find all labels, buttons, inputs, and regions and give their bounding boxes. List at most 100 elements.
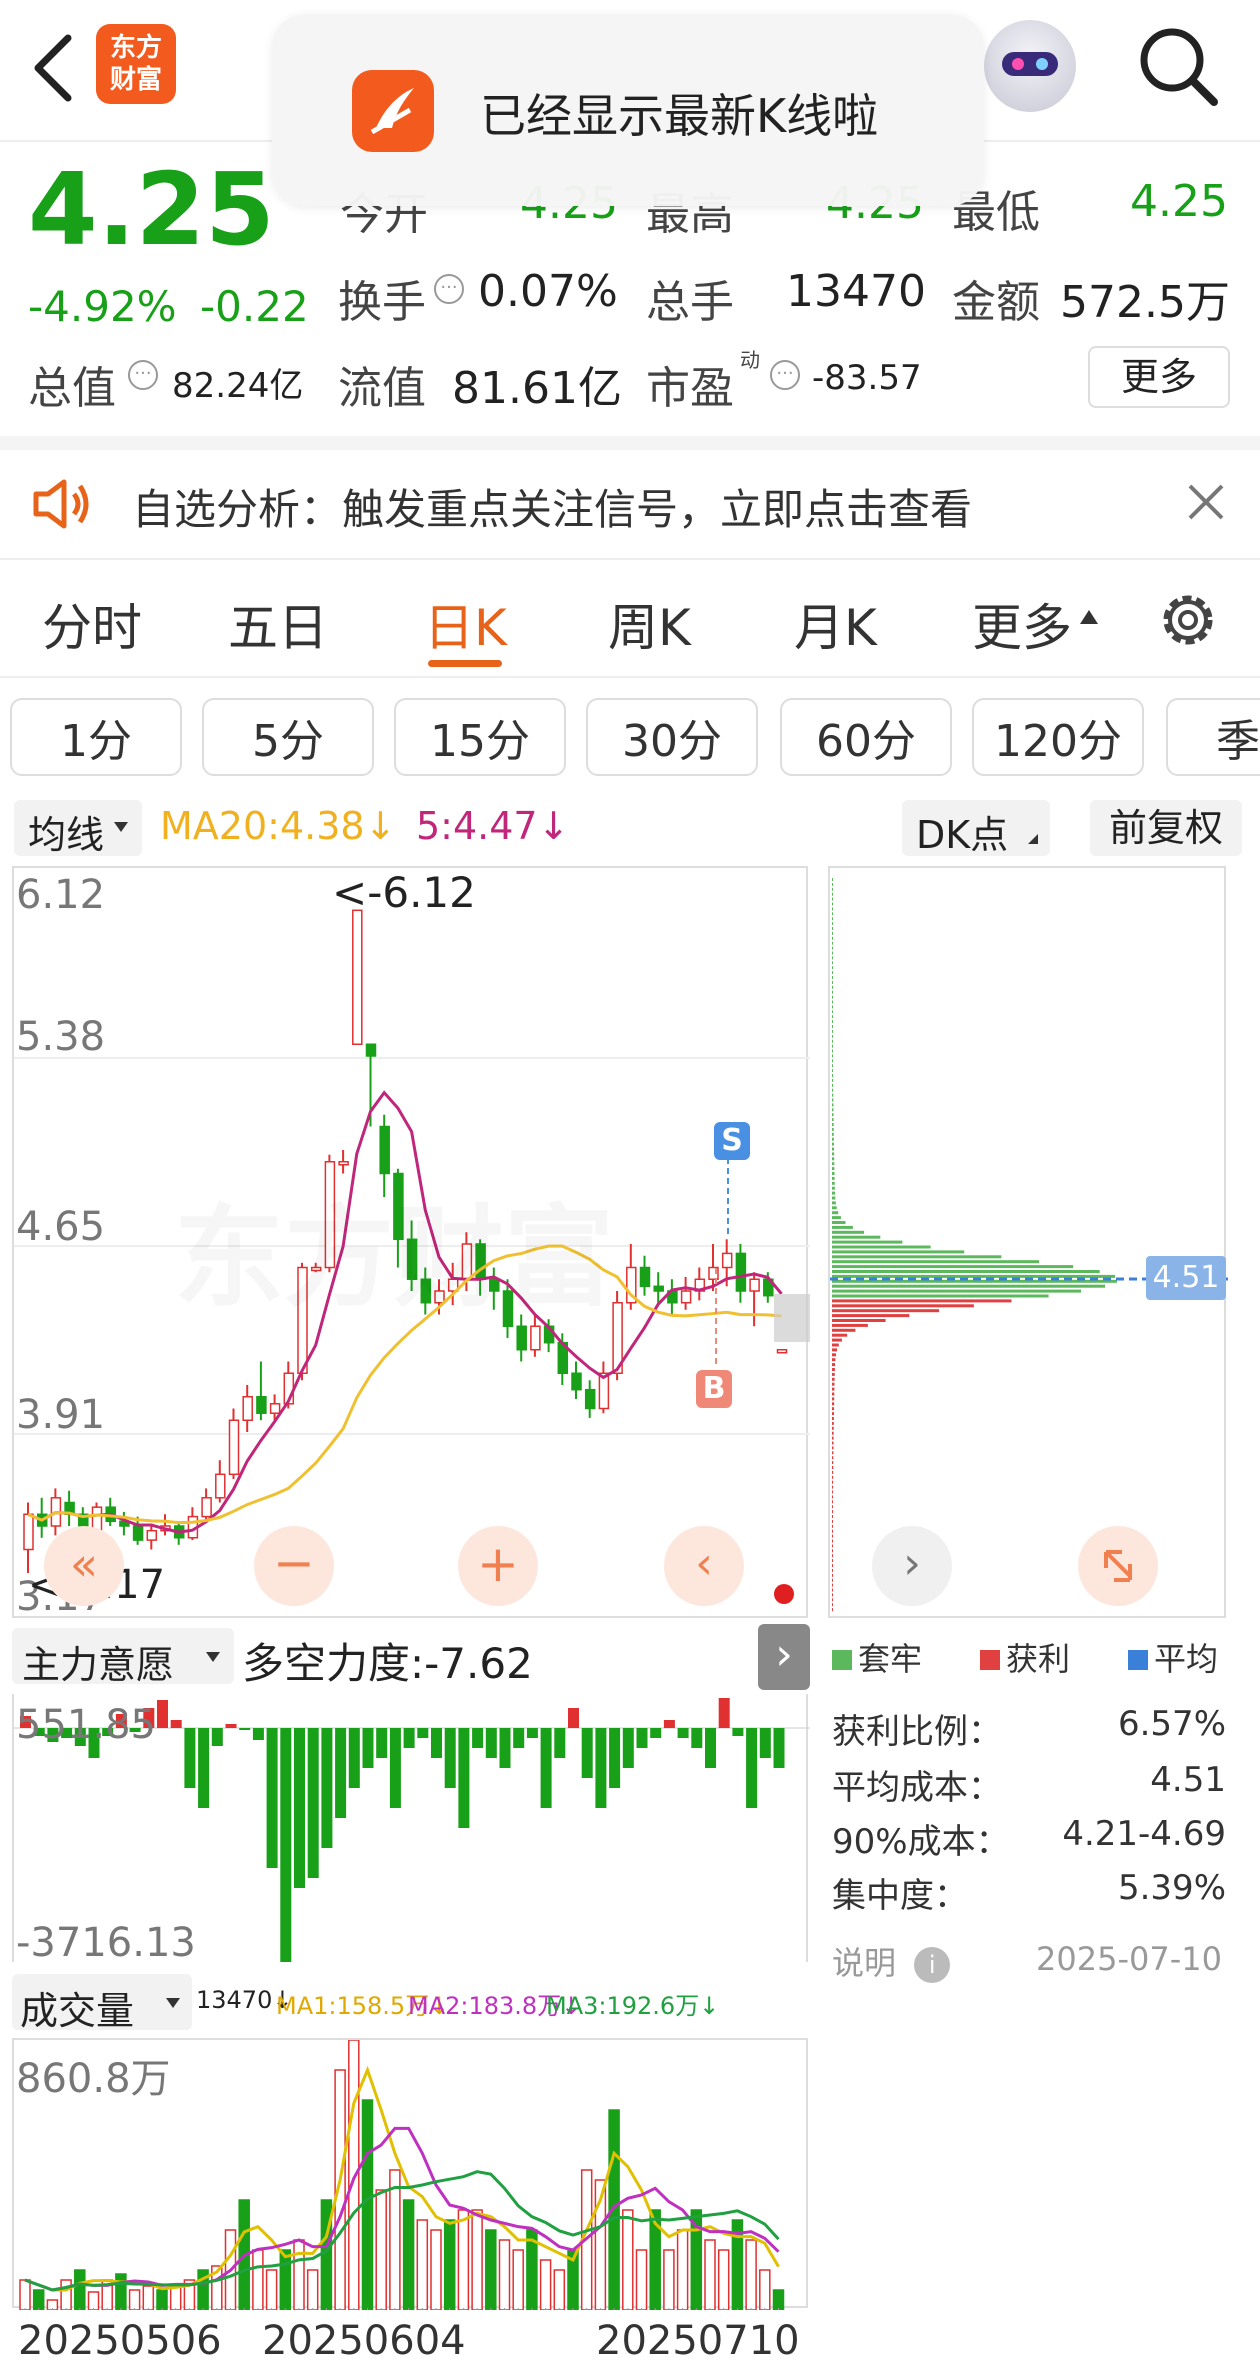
- force-bar: [746, 1728, 758, 1808]
- note-link[interactable]: 说明 i: [832, 1938, 951, 1984]
- chip-bar: [832, 966, 833, 970]
- tab-monthly-k[interactable]: 月K: [794, 588, 877, 660]
- more-button[interactable]: 更多: [1088, 346, 1230, 408]
- expand-icon[interactable]: [1078, 1526, 1158, 1606]
- force-bar: [389, 1728, 401, 1808]
- candle-body: [571, 1372, 582, 1391]
- price-axis-label: 6.12: [16, 872, 106, 918]
- chip-15min[interactable]: 15分: [394, 698, 566, 776]
- volume-bar: [759, 2269, 771, 2310]
- volume-ma3: MA3:192.6万↓: [546, 1992, 720, 2020]
- volume-bar: [512, 2249, 524, 2310]
- volume-bar: [32, 2289, 45, 2310]
- profit-ratio-row: 获利比例： 6.57%: [832, 1704, 1226, 1753]
- chip-bar: [832, 1025, 833, 1028]
- chip-bar: [832, 1461, 834, 1465]
- scroll-left-fast-button[interactable]: «: [44, 1526, 124, 1606]
- divider: [0, 436, 1260, 450]
- chip-1min[interactable]: 1分: [10, 698, 182, 776]
- chip-next-button[interactable]: ›: [872, 1526, 952, 1606]
- tab-five-day[interactable]: 五日: [228, 588, 328, 660]
- settings-gear-icon[interactable]: [1156, 588, 1220, 652]
- chip-5min[interactable]: 5分: [202, 698, 374, 776]
- tab-intraday[interactable]: 分时: [42, 588, 142, 660]
- chip-bar: [832, 1059, 833, 1063]
- chip-60min[interactable]: 60分: [780, 698, 952, 776]
- chip-bar: [832, 1578, 833, 1582]
- scroll-left-button[interactable]: ‹: [664, 1526, 744, 1606]
- volume-axis-top: 860.8万: [16, 2056, 171, 2102]
- volume-bar: [676, 2229, 689, 2310]
- force-bar: [362, 1728, 374, 1768]
- robot-avatar-icon[interactable]: [984, 20, 1076, 112]
- back-icon[interactable]: [22, 28, 82, 108]
- chip-bar: [832, 931, 833, 935]
- chip-bar: [832, 1500, 833, 1504]
- force-bar: [376, 1728, 388, 1758]
- chip-bar: [832, 1470, 834, 1474]
- cost90-label: 90%成本：: [832, 1822, 1010, 1862]
- chip-bar: [832, 1559, 833, 1563]
- note-label: 说明: [832, 1944, 897, 1982]
- chip-bar: [832, 1221, 846, 1224]
- speaker-icon: [30, 474, 94, 534]
- volume-bar: [402, 2199, 415, 2310]
- force-selector[interactable]: 主力意愿: [12, 1628, 234, 1687]
- chip-quarter[interactable]: 季: [1166, 698, 1260, 776]
- date-label: 20250710: [596, 2318, 800, 2364]
- force-bar: [718, 1698, 730, 1728]
- kline-chart[interactable]: 东方财富: [12, 866, 810, 1618]
- chip-bar: [832, 1436, 834, 1440]
- chevron-down-icon: [114, 822, 128, 832]
- toast-text: 已经显示最新K线啦: [480, 89, 879, 143]
- force-bar: [485, 1728, 497, 1758]
- candle-body: [352, 909, 363, 1045]
- force-bar: [403, 1728, 415, 1748]
- chip-bar: [832, 1206, 837, 1210]
- chip-bar: [832, 1078, 834, 1082]
- chip-bar: [832, 1152, 835, 1156]
- sell-signal-marker[interactable]: S: [714, 1122, 750, 1160]
- chip-bar: [832, 1015, 833, 1019]
- close-icon[interactable]: [1184, 480, 1228, 524]
- force-bar: [294, 1728, 305, 1888]
- chip-bar: [832, 1544, 833, 1548]
- low-value: 4.25: [1130, 176, 1228, 227]
- chip-bar: [832, 1343, 839, 1347]
- ma-selector[interactable]: 均线: [14, 800, 142, 857]
- candle-body: [639, 1266, 651, 1288]
- chip-bar: [832, 1564, 833, 1567]
- chip-bar: [832, 1524, 833, 1528]
- chip-bar: [832, 1064, 834, 1068]
- chip-bar: [832, 1314, 910, 1318]
- chip-bar: [832, 1260, 1040, 1264]
- chip-30min[interactable]: 30分: [586, 698, 758, 776]
- panel-expand-button[interactable]: ›: [758, 1624, 810, 1690]
- volume-bar: [443, 2219, 456, 2310]
- chip-bar: [832, 1519, 833, 1523]
- info-icon[interactable]: ···: [770, 360, 800, 390]
- force-bar: [472, 1728, 484, 1748]
- chip-120min[interactable]: 120分: [972, 698, 1144, 776]
- latest-kline-toast: 已经显示最新K线啦: [272, 14, 984, 206]
- tab-daily-k[interactable]: 日K: [424, 588, 507, 660]
- chip-bar: [832, 1515, 833, 1518]
- tab-more[interactable]: 更多: [972, 588, 1072, 660]
- down-arrow-icon: ↓: [537, 804, 570, 848]
- info-icon[interactable]: ···: [434, 274, 464, 304]
- volume-selector[interactable]: 成交量: [12, 1974, 192, 2033]
- adjust-button[interactable]: 前复权: [1090, 800, 1242, 856]
- analysis-banner[interactable]: 自选分析：触发重点关注信号，立即点击查看: [0, 450, 1260, 558]
- active-tab-underline: [428, 660, 502, 667]
- info-icon[interactable]: ···: [128, 360, 158, 390]
- chip-bar: [832, 1147, 835, 1151]
- dk-point-button[interactable]: DK点: [902, 800, 1050, 857]
- zoom-in-button[interactable]: +: [458, 1526, 538, 1606]
- chip-bar: [832, 1382, 835, 1386]
- tab-weekly-k[interactable]: 周K: [608, 588, 691, 660]
- chip-bar: [832, 1083, 834, 1087]
- search-icon[interactable]: [1134, 22, 1224, 112]
- buy-signal-marker[interactable]: B: [696, 1370, 732, 1408]
- force-bar: [444, 1728, 456, 1788]
- zoom-out-button[interactable]: −: [254, 1526, 334, 1606]
